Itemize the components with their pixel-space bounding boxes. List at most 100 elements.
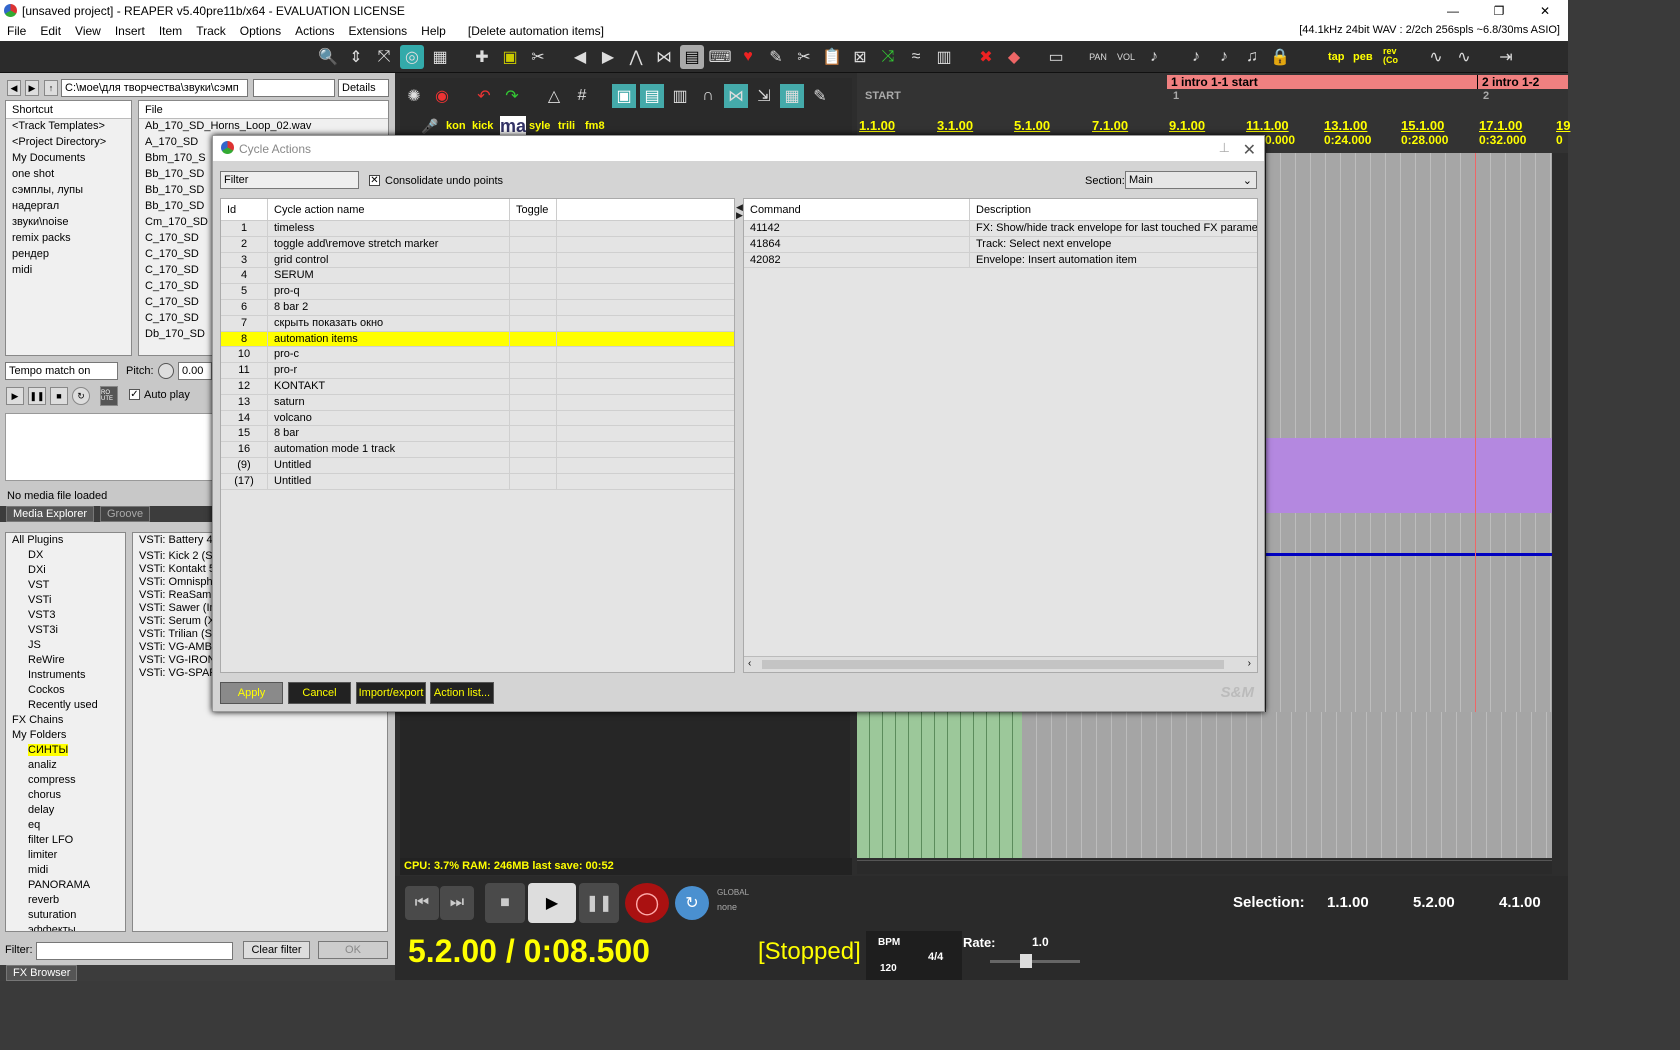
marker-2[interactable]: 2 intro 1-2 xyxy=(1477,75,1568,89)
forward-icon[interactable]: ▶ xyxy=(25,80,39,96)
stop-icon[interactable]: ■ xyxy=(50,387,68,405)
toolbar-ma[interactable]: ma xyxy=(500,116,527,137)
rate-slider[interactable] xyxy=(990,954,1080,968)
splitter-arrow-right-icon[interactable]: ▶ xyxy=(736,210,743,221)
tab-fx-browser[interactable]: FX Browser xyxy=(6,965,78,981)
cycle-action-toggle[interactable] xyxy=(510,410,557,426)
time-signature[interactable]: 4/4 xyxy=(928,951,943,963)
cycle-action-toggle[interactable] xyxy=(510,315,557,331)
note-icon[interactable]: ♪ xyxy=(1142,45,1166,69)
cycle-action-row[interactable]: 10 pro-c xyxy=(221,347,734,364)
cycle-action-toggle[interactable] xyxy=(510,252,557,268)
metronome-icon[interactable]: △ xyxy=(542,84,566,108)
fx-tree-item[interactable]: All Plugins xyxy=(6,533,125,548)
redo-icon[interactable]: ↷ xyxy=(500,84,524,108)
zoom-icon[interactable]: 🔍 xyxy=(316,45,340,69)
fx-tree-item[interactable]: Cockos xyxy=(6,683,125,698)
screen-icon[interactable]: ▭ xyxy=(1044,45,1068,69)
cycle-action-row[interactable]: 8 automation items xyxy=(221,331,734,348)
glue-icon[interactable]: ⋈ xyxy=(652,45,676,69)
waveform-2-icon[interactable]: ∿ xyxy=(1452,45,1476,69)
shortcut-item[interactable]: one shot xyxy=(6,167,131,183)
shortcut-item[interactable]: сэмплы, лупы xyxy=(6,183,131,199)
pitch-input[interactable]: 0.00 xyxy=(178,362,212,380)
shortcut-item[interactable]: <Track Templates> xyxy=(6,119,131,135)
shortcut-header[interactable]: Shortcut xyxy=(6,101,131,119)
note-down-icon[interactable]: ♪ xyxy=(1212,45,1236,69)
menu-insert[interactable]: Insert xyxy=(108,24,152,38)
fx-tree-item[interactable]: eq xyxy=(6,818,125,833)
item-icon[interactable]: ▣ xyxy=(498,45,522,69)
rate-slider-handle[interactable] xyxy=(1020,954,1032,968)
cycle-action-toggle[interactable] xyxy=(510,236,557,252)
fx-tree-item[interactable]: VSTi xyxy=(6,593,125,608)
export-icon[interactable]: ⇥ xyxy=(1494,45,1518,69)
close-button[interactable]: ✕ xyxy=(1522,0,1568,21)
menu-item[interactable]: Item xyxy=(152,24,189,38)
loop-icon[interactable]: ↻ xyxy=(72,387,90,405)
lock-icon[interactable]: 🔒 xyxy=(1268,45,1292,69)
cycle-action-toggle[interactable] xyxy=(510,268,557,284)
fx-tree-item[interactable]: Instruments xyxy=(6,668,125,683)
paste-icon[interactable]: 📋 xyxy=(820,45,844,69)
scroll-left-icon[interactable]: ‹ xyxy=(748,658,751,669)
cycle-action-row[interactable]: 5 pro-q xyxy=(221,284,734,300)
cycle-action-row[interactable]: 14 volcano xyxy=(221,410,734,427)
split-icon[interactable]: ✂ xyxy=(526,45,550,69)
toolbar-rev-co[interactable]: rev (Co xyxy=(1383,47,1405,65)
vol-icon[interactable]: VOL xyxy=(1114,45,1138,69)
file-row[interactable]: Ab_170_SD_Horns_Loop_02.wav xyxy=(139,119,388,135)
fx-tree-item[interactable]: filter LFO xyxy=(6,833,125,848)
dialog-titlebar[interactable]: Cycle Actions ⊥ ✕ xyxy=(213,136,1264,161)
fx-tree-item[interactable]: midi xyxy=(6,863,125,878)
cycle-action-name[interactable]: automation items xyxy=(268,331,510,347)
cycle-action-name[interactable]: pro-c xyxy=(268,347,510,363)
col-id[interactable]: Id xyxy=(221,199,268,220)
grid-icon[interactable]: ▤ xyxy=(680,45,704,69)
fx-tree-item[interactable]: VST3 xyxy=(6,608,125,623)
menu-options[interactable]: Options xyxy=(233,24,288,38)
pin-icon[interactable]: ⊥ xyxy=(1219,140,1230,156)
cycle-action-row[interactable]: 16 automation mode 1 track xyxy=(221,442,734,458)
cycle-action-row[interactable]: 7 скрыть показать окно xyxy=(221,315,734,332)
fx-filter-input[interactable] xyxy=(36,942,233,960)
cycle-action-row[interactable]: 12 KONTAKT xyxy=(221,378,734,395)
menu-track[interactable]: Track xyxy=(189,24,233,38)
cycle-action-name[interactable]: pro-r xyxy=(268,363,510,378)
play-icon[interactable]: ▶ xyxy=(6,387,24,405)
fx-tree-item[interactable]: delay xyxy=(6,803,125,818)
fx-tree-item[interactable]: compress xyxy=(6,773,125,788)
cycle-action-name[interactable]: pro-q xyxy=(268,284,510,299)
go-start-icon[interactable]: ⏮ xyxy=(405,886,439,920)
cycle-action-name[interactable]: automation mode 1 track xyxy=(268,442,510,457)
undo-icon[interactable]: ↶ xyxy=(472,84,496,108)
cycle-action-toggle[interactable] xyxy=(510,426,557,442)
menu-file[interactable]: File xyxy=(0,24,33,38)
cycle-action-row[interactable]: (17) Untitled xyxy=(221,473,734,490)
consolidate-checkbox[interactable]: ✕ xyxy=(369,175,380,186)
selection-start[interactable]: 1.1.00 xyxy=(1327,894,1369,911)
ripple-all-icon[interactable]: ▤ xyxy=(640,84,664,108)
tempo-box[interactable]: BPM 120 4/4 xyxy=(866,931,962,980)
cycle-action-row[interactable]: 15 8 bar xyxy=(221,426,734,443)
filter-input[interactable]: Filter xyxy=(220,171,359,189)
automation-item[interactable] xyxy=(1266,438,1552,513)
spider-icon[interactable]: ✺ xyxy=(402,84,426,108)
fx-tree-item[interactable]: reverb xyxy=(6,893,125,908)
cycle-action-name[interactable]: Untitled xyxy=(268,473,510,489)
clear-filter-button[interactable]: Clear filter xyxy=(243,941,310,959)
keyboard-icon[interactable]: ⌨ xyxy=(708,45,732,69)
next-icon[interactable]: ▶ xyxy=(596,45,620,69)
cycle-action-name[interactable]: saturn xyxy=(268,394,510,410)
envelope-line[interactable] xyxy=(1266,553,1552,556)
scroll-thumb[interactable] xyxy=(762,660,1224,669)
grid-snap-icon[interactable]: # xyxy=(570,84,594,108)
col-description[interactable]: Description xyxy=(970,199,1257,220)
shortcut-item[interactable]: рендер xyxy=(6,247,131,263)
autoplay-checkbox[interactable]: ✓ xyxy=(129,389,140,400)
fx-tree-item[interactable]: эффекты xyxy=(6,923,125,931)
search-input[interactable] xyxy=(253,79,335,97)
selection-end[interactable]: 5.2.00 xyxy=(1413,894,1455,911)
pause-icon[interactable]: ❚❚ xyxy=(28,387,46,405)
command-row[interactable]: 41142 FX: Show/hide track envelope for la… xyxy=(744,221,1257,237)
